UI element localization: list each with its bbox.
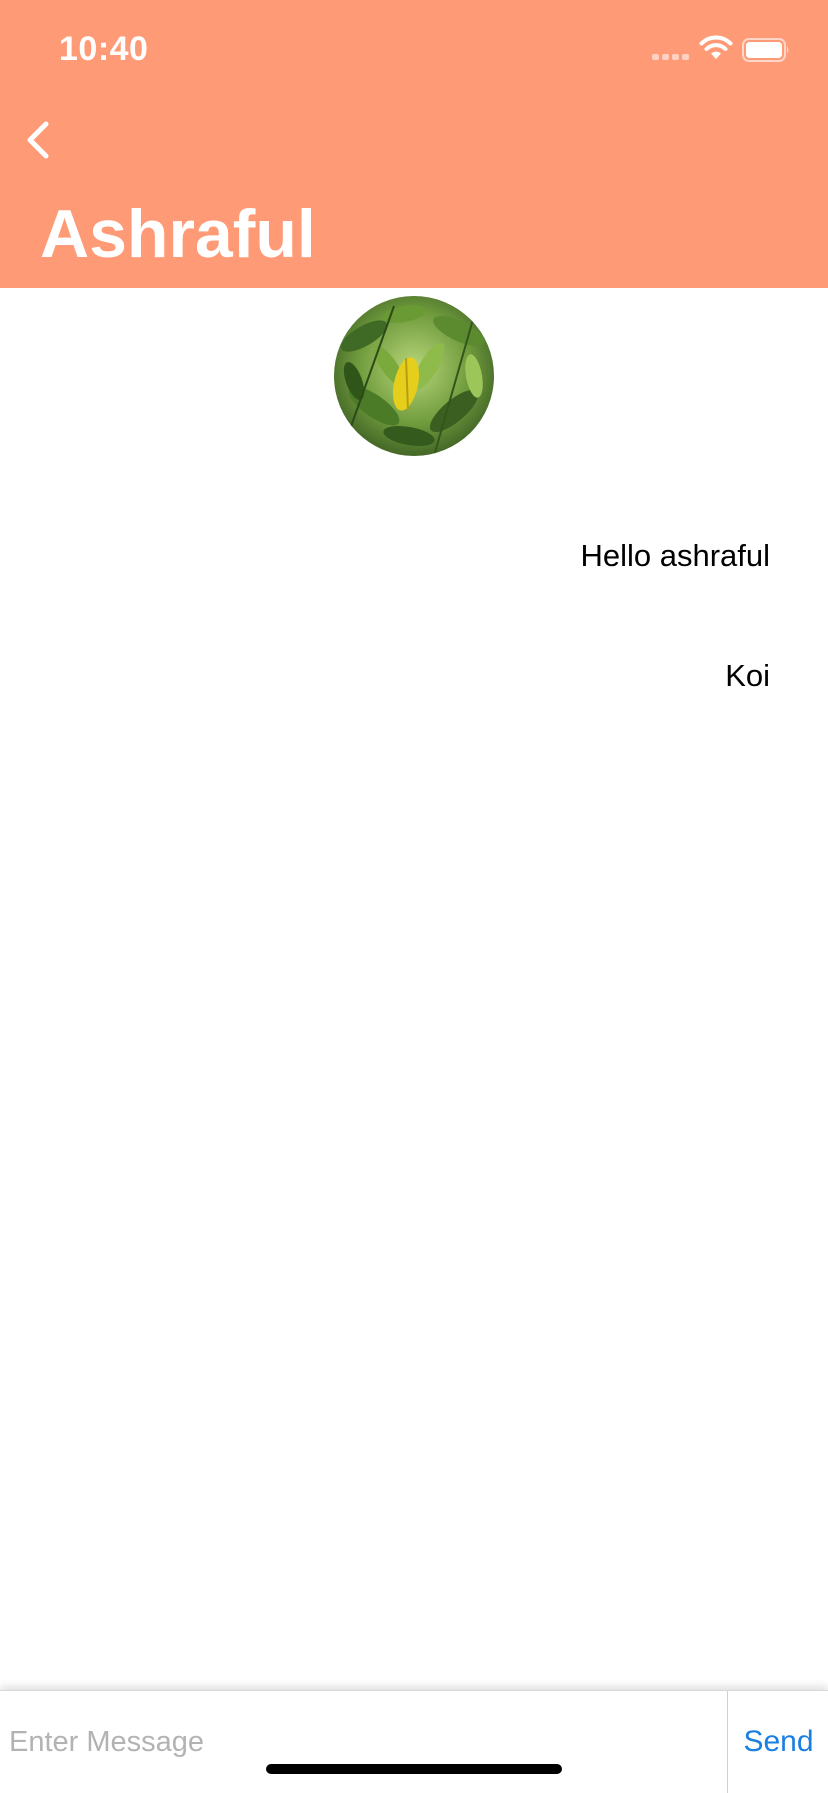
status-bar-time: 10:40 (59, 30, 149, 68)
back-button[interactable] (18, 116, 58, 164)
home-indicator (266, 1764, 562, 1774)
navigation-header: 10:40 Ashraful (0, 0, 828, 288)
composer-divider (727, 1691, 728, 1793)
message-text: Koi (725, 658, 770, 693)
chevron-left-icon (27, 121, 49, 159)
wifi-icon (699, 35, 733, 59)
message-composer: Send (0, 1690, 828, 1793)
cellular-signal-icon (652, 54, 690, 60)
message-text: Hello ashraful (580, 538, 770, 573)
page-title: Ashraful (40, 196, 316, 272)
send-button[interactable]: Send (729, 1691, 828, 1793)
avatar (334, 296, 494, 456)
battery-icon (742, 38, 789, 62)
message-input[interactable] (0, 1691, 726, 1793)
profile-photo (334, 296, 494, 456)
